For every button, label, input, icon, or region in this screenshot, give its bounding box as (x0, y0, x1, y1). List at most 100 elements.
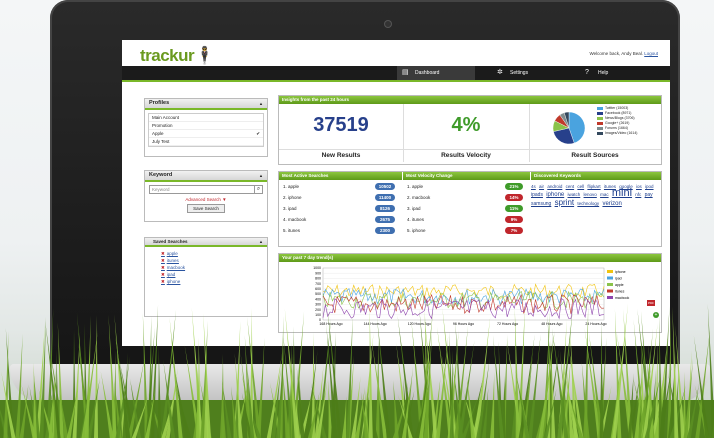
list-row[interactable]: 3. ipad 8126 (279, 203, 401, 214)
advanced-search-link[interactable]: Advanced Search ▼ (145, 197, 267, 202)
list-row[interactable]: 4. itunes 9% (403, 214, 527, 225)
y-tick-label: 1000 (313, 266, 321, 270)
saved-search-item[interactable]: ✖ macbook (153, 264, 267, 271)
delete-icon[interactable]: ✖ (161, 265, 165, 270)
insights-title: Insights from the past 24 hours (279, 96, 661, 104)
legend-swatch (597, 111, 603, 115)
delete-icon[interactable]: ✖ (161, 272, 165, 277)
keyword-link[interactable]: ios (636, 184, 642, 189)
collapse-icon[interactable]: ▲ (259, 171, 263, 180)
profiles-list: Main Account Promotion Apple ✔ July Test (148, 113, 264, 147)
saved-search-item[interactable]: ✖ iphone (153, 278, 267, 285)
keyword-link[interactable]: 4s (531, 184, 536, 189)
keyword-link[interactable]: flipkart (587, 184, 600, 189)
value-badge: 9% (505, 216, 523, 223)
y-tick-label: 500 (315, 292, 321, 296)
new-results-value: 37519 (313, 114, 369, 136)
row-label[interactable]: 3. ipad (407, 206, 421, 211)
grass-blade (368, 305, 373, 438)
collapse-icon[interactable]: ▲ (259, 238, 263, 245)
profiles-header[interactable]: Profiles ▲ (145, 99, 267, 110)
saved-search-item[interactable]: ✖ apple (153, 250, 267, 257)
delete-icon[interactable]: ✖ (161, 251, 165, 256)
profile-item[interactable]: Main Account (149, 114, 263, 122)
keyword-link[interactable]: nfc (635, 192, 641, 197)
list-row[interactable]: 1. apple 21% (403, 181, 527, 192)
legend-swatch (607, 289, 613, 293)
trend-title: Your past 7 day trend(s) (279, 254, 661, 262)
list-row[interactable]: 1. apple 10502 (279, 181, 401, 192)
list-row[interactable]: 5. iphone 7% (403, 225, 527, 236)
legend-swatch (607, 276, 613, 280)
legend-label: Facebook (8971) (605, 111, 632, 115)
value-badge: 7% (505, 227, 523, 234)
saved-searches-header[interactable]: Saved Searches ▲ (145, 238, 267, 247)
row-label[interactable]: 1. apple (407, 184, 423, 189)
legend-swatch (607, 296, 613, 299)
row-label[interactable]: 4. itunes (407, 217, 424, 222)
keyword-link[interactable]: pay (645, 192, 653, 198)
tab-settings[interactable]: ✲ Settings (492, 66, 560, 80)
keyword-link[interactable]: mini (612, 187, 632, 199)
keyword-link[interactable]: android (547, 184, 562, 189)
row-label[interactable]: 3. ipad (283, 206, 297, 211)
checkmark-icon: ✔ (256, 131, 260, 136)
search-icon[interactable]: ⌕ (254, 186, 262, 193)
profile-item[interactable]: July Test (149, 138, 263, 146)
row-label[interactable]: 4. macbook (283, 217, 306, 222)
keyword-link[interactable]: ipads (531, 192, 543, 198)
profile-item[interactable]: Promotion (149, 122, 263, 130)
legend-label: iphone (615, 270, 626, 274)
saved-search-item[interactable]: ✖ itunes (153, 257, 267, 264)
keyword-link[interactable]: verizon (602, 201, 621, 207)
save-search-button[interactable]: Save Search (187, 204, 225, 213)
list-row[interactable]: 2. macbook 14% (403, 192, 527, 203)
keyword-link[interactable]: air (539, 184, 544, 189)
tab-dashboard[interactable]: ▤ Dashboard (397, 66, 475, 80)
dashboard-icon: ▤ (402, 69, 409, 76)
keyword-link[interactable]: cent (566, 184, 575, 189)
y-tick-label: 900 (315, 271, 321, 275)
row-label[interactable]: 5. itunes (283, 228, 300, 233)
list-row[interactable]: 3. ipad 11% (403, 203, 527, 214)
keyword-header[interactable]: Keyword ▲ (145, 171, 267, 182)
keyword-link[interactable]: technology (577, 201, 599, 206)
collapse-icon[interactable]: ▲ (259, 99, 263, 108)
list-row[interactable]: 2. iphone 11400 (279, 192, 401, 203)
row-label[interactable]: 2. macbook (407, 195, 430, 200)
legend-swatch (597, 126, 603, 130)
legend-label: apple (615, 283, 624, 287)
row-label[interactable]: 2. iphone (283, 195, 302, 200)
welcome-text: Welcome back, Andy Beal. Logout (589, 51, 658, 56)
y-tick-label: 700 (315, 282, 321, 286)
keyword-link[interactable]: sprint (555, 198, 575, 207)
discovered-title: Discovered Keywords (530, 172, 661, 180)
keyword-link[interactable]: iwatch (568, 192, 581, 197)
tab-help[interactable]: ? Help (580, 66, 638, 80)
row-label[interactable]: 5. iphone (407, 228, 426, 233)
row-label[interactable]: 1. apple (283, 184, 299, 189)
velocity-value: 4% (451, 114, 481, 136)
legend-item: Images/Video (1614) (597, 131, 637, 136)
delete-icon[interactable]: ✖ (161, 258, 165, 263)
list-row[interactable]: 4. macbook 2675 (279, 214, 401, 225)
list-row[interactable]: 5. itunes 2300 (279, 225, 401, 236)
delete-icon[interactable]: ✖ (161, 279, 165, 284)
logo[interactable]: trackur🕴 (140, 46, 215, 66)
keyword-link[interactable]: cell (577, 184, 584, 189)
keyword-link[interactable]: samsung (531, 201, 551, 207)
keyword-link[interactable]: ipod (645, 184, 654, 189)
logout-link[interactable]: Logout (644, 51, 658, 56)
keyword-link[interactable]: lenovo (584, 192, 597, 197)
value-badge: 11% (505, 205, 523, 212)
saved-search-item[interactable]: ✖ ipad (153, 271, 267, 278)
legend-swatch (597, 106, 603, 110)
grass-blade (157, 345, 162, 438)
legend-swatch (607, 270, 613, 273)
keyword-cloud: 4s air android cent cell flipkart itunes… (531, 183, 657, 208)
sources-legend: Twitter (15003) Facebook (8971) News/Blogs… (597, 106, 637, 136)
profile-item-selected[interactable]: Apple ✔ (149, 130, 263, 138)
velocity-change-list: 1. apple 21% 2. macbook 14% 3. ipad 11% 4. itu… (403, 181, 527, 236)
keyword-link[interactable]: mac (600, 192, 609, 197)
keyword-input[interactable]: Keyword ⌕ (149, 185, 263, 194)
